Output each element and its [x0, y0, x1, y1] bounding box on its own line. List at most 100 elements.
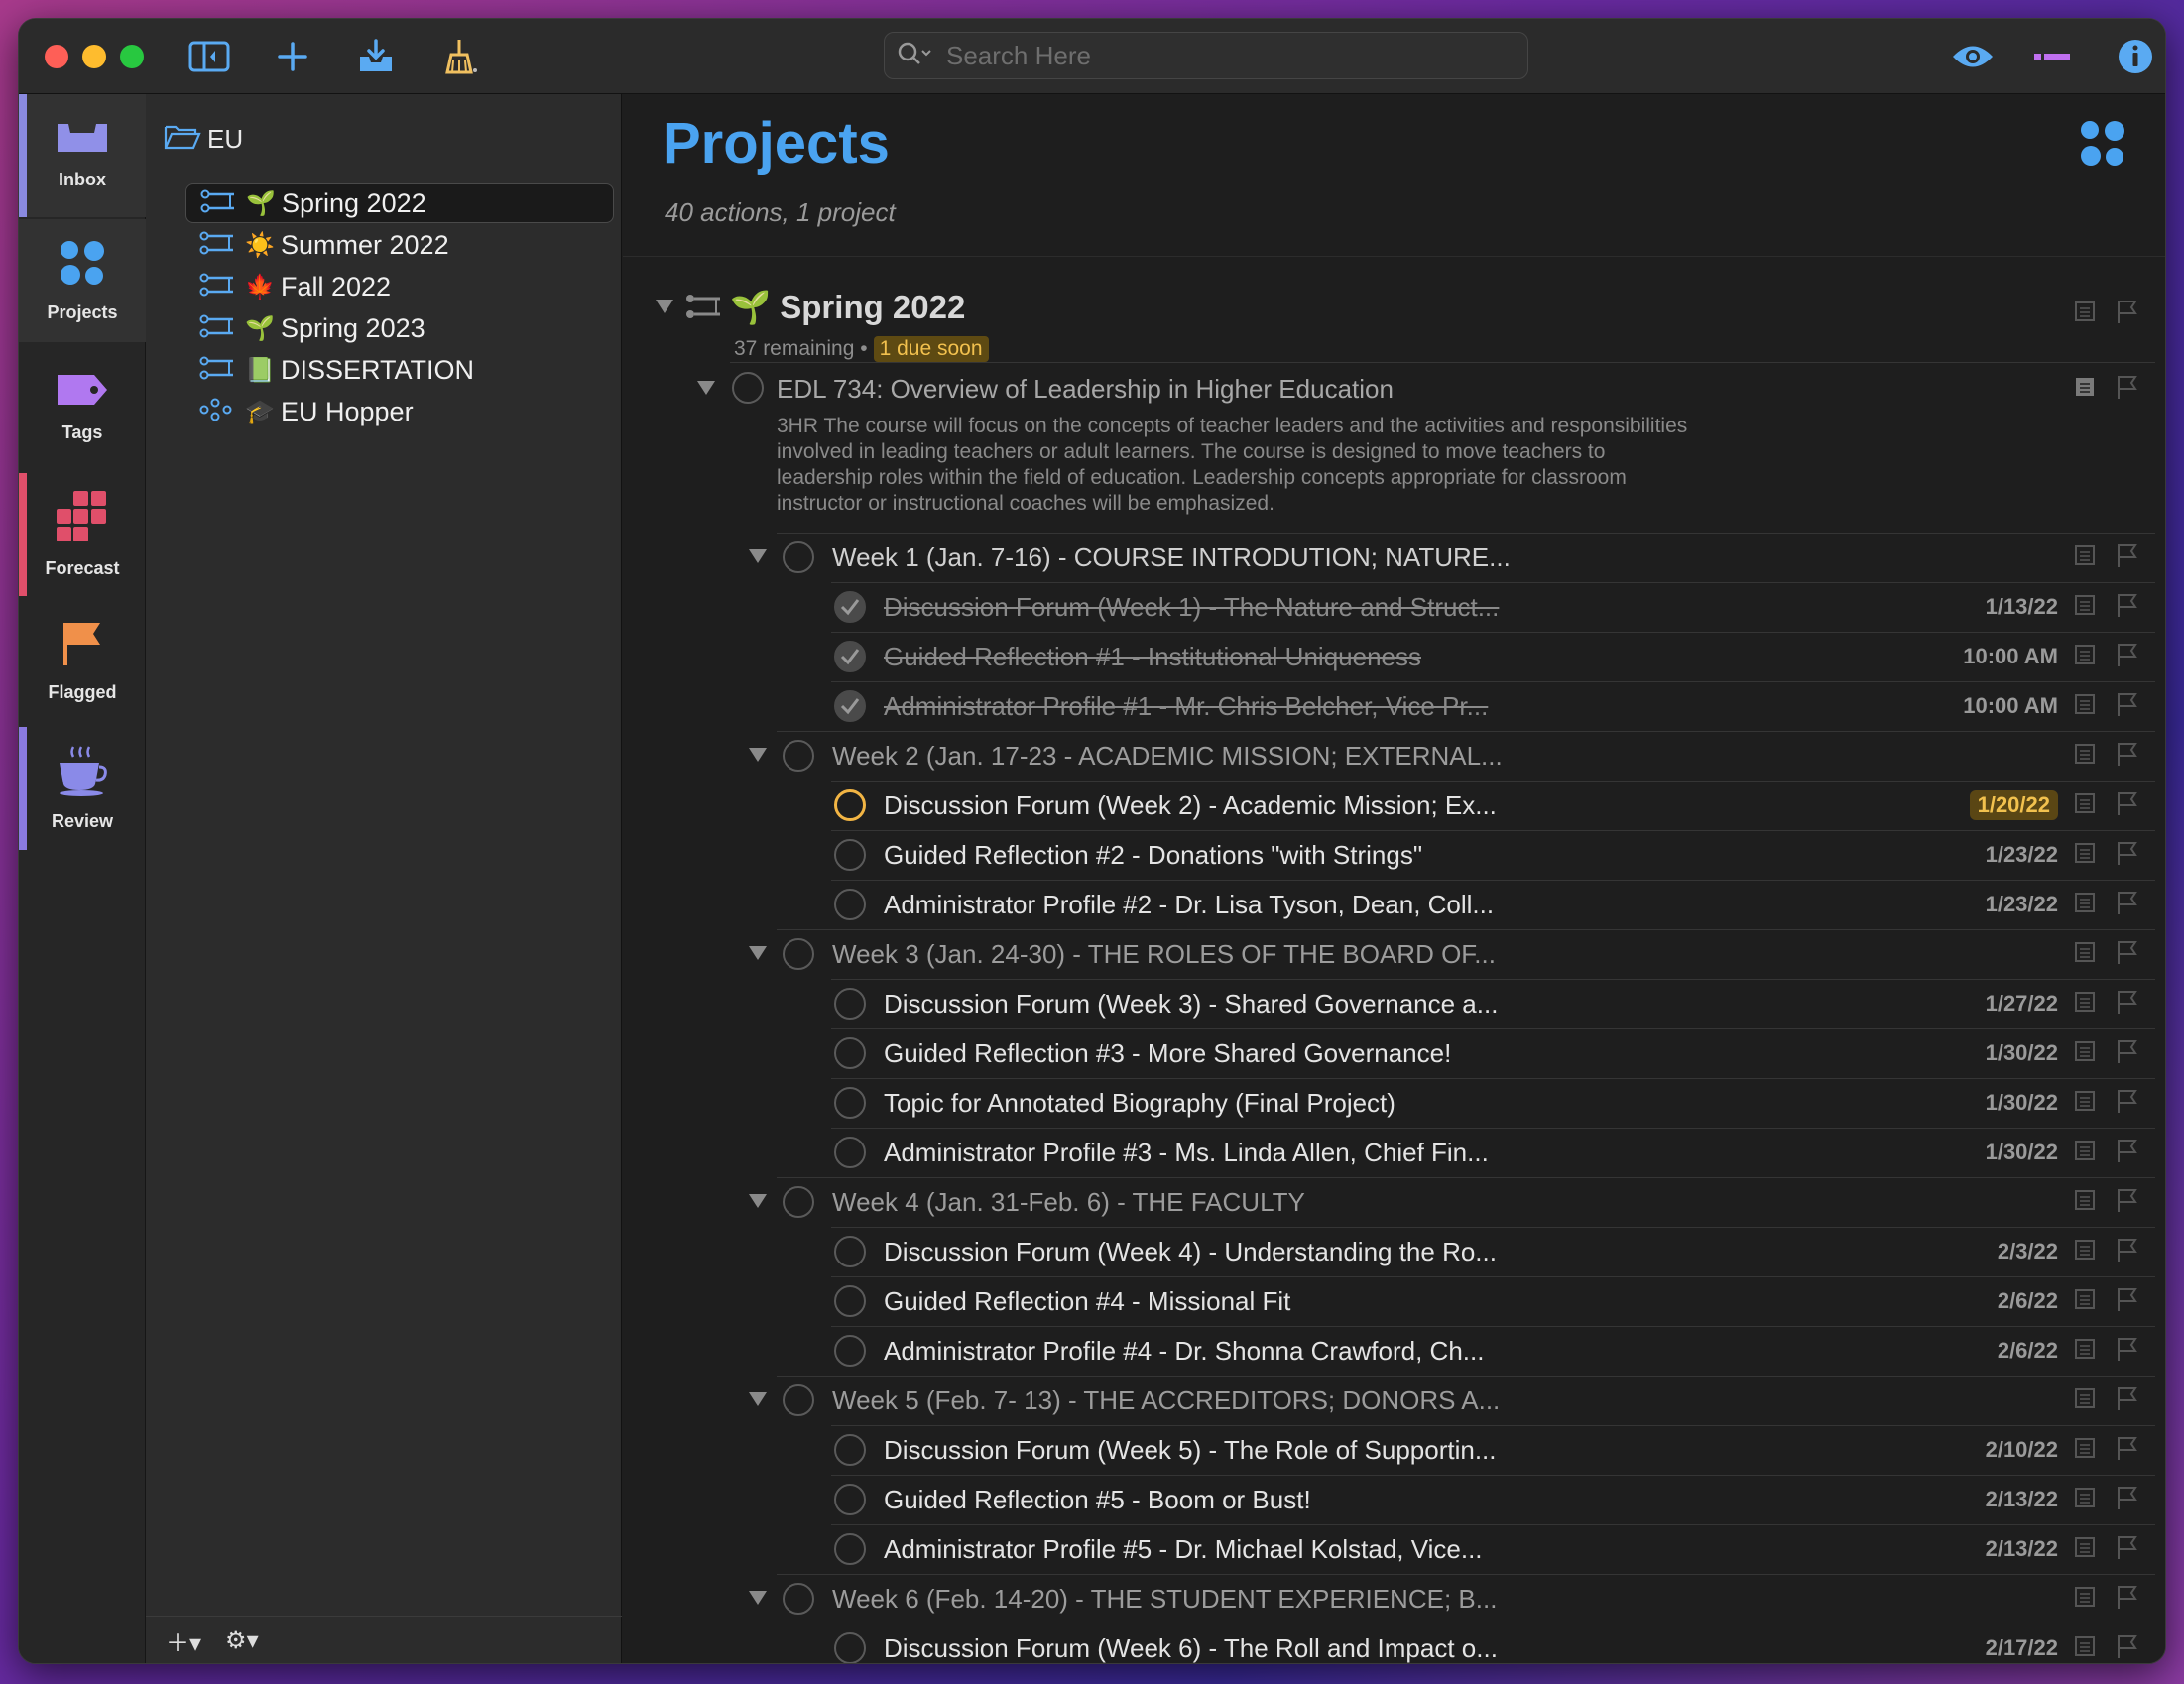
note-icon[interactable]: [2074, 991, 2096, 1018]
flag-icon[interactable]: [2116, 1286, 2137, 1317]
note-icon[interactable]: [2074, 1140, 2096, 1166]
disclosure-triangle-icon[interactable]: [655, 299, 674, 319]
disclosure-triangle-icon[interactable]: [748, 945, 768, 966]
flag-icon[interactable]: [2116, 1584, 2137, 1615]
action-group-row[interactable]: Week 2 (Jan. 17-23 - ACADEMIC MISSION; E…: [623, 731, 2165, 781]
action-row[interactable]: Administrator Profile #3 - Ms. Linda All…: [623, 1128, 2165, 1177]
note-icon[interactable]: [2074, 1239, 2096, 1265]
note-icon[interactable]: [2074, 1040, 2096, 1067]
flag-icon[interactable]: [2116, 1138, 2137, 1168]
due-date[interactable]: 2/10/22: [1986, 1437, 2058, 1463]
flag-icon[interactable]: [2116, 890, 2137, 920]
focus-icon[interactable]: [2028, 33, 2076, 80]
disclosure-triangle-icon[interactable]: [748, 747, 768, 768]
action-row[interactable]: Administrator Profile #4 - Dr. Shonna Cr…: [623, 1326, 2165, 1376]
nav-review[interactable]: Review: [19, 727, 146, 850]
status-circle[interactable]: [834, 1484, 866, 1515]
status-circle[interactable]: [783, 1583, 814, 1615]
sidebar-project-fall-2022[interactable]: 🍁 Fall 2022: [185, 267, 614, 306]
action-row[interactable]: Guided Reflection #1 - Institutional Uni…: [623, 632, 2165, 681]
due-date[interactable]: 2/6/22: [1998, 1338, 2058, 1364]
nav-flagged[interactable]: Flagged: [19, 600, 146, 723]
action-row[interactable]: Administrator Profile #1 - Mr. Chris Bel…: [623, 681, 2165, 731]
flag-icon[interactable]: [2116, 1485, 2137, 1515]
flag-icon[interactable]: [2116, 592, 2137, 623]
action-row[interactable]: Discussion Forum (Week 4) - Understandin…: [623, 1227, 2165, 1276]
note-icon[interactable]: [2074, 1487, 2096, 1513]
action-row[interactable]: Discussion Forum (Week 2) - Academic Mis…: [623, 781, 2165, 830]
action-row[interactable]: Discussion Forum (Week 5) - The Role of …: [623, 1425, 2165, 1475]
search-field[interactable]: [884, 32, 1528, 79]
note-icon[interactable]: [2074, 644, 2096, 670]
note-icon[interactable]: [2074, 842, 2096, 869]
note-icon[interactable]: [2074, 1536, 2096, 1563]
action-row[interactable]: Discussion Forum (Week 1) - The Nature a…: [623, 582, 2165, 632]
due-date[interactable]: 10:00 AM: [1963, 644, 2058, 669]
sidebar-project-eu-hopper[interactable]: 🎓 EU Hopper: [185, 392, 614, 431]
action-group-row[interactable]: Week 4 (Jan. 31-Feb. 6) - THE FACULTY: [623, 1177, 2165, 1227]
action-row[interactable]: Administrator Profile #5 - Dr. Michael K…: [623, 1524, 2165, 1574]
action-group-row[interactable]: Week 1 (Jan. 7-16) - COURSE INTRODUTION;…: [623, 533, 2165, 582]
sidebar-toggle-icon[interactable]: [185, 33, 233, 80]
flag-icon[interactable]: [2116, 1187, 2137, 1218]
status-circle[interactable]: [783, 938, 814, 970]
status-circle[interactable]: [834, 1434, 866, 1466]
nav-forecast[interactable]: Forecast: [19, 473, 146, 596]
add-menu-icon[interactable]: ＋▾: [166, 1624, 201, 1658]
completed-checkbox[interactable]: [834, 591, 866, 623]
flag-icon[interactable]: [2116, 741, 2137, 772]
flag-icon[interactable]: [2116, 1237, 2137, 1267]
due-date[interactable]: 2/13/22: [1986, 1536, 2058, 1562]
due-date-badge[interactable]: 1/20/22: [1969, 790, 2058, 820]
status-circle[interactable]: [783, 541, 814, 573]
status-circle[interactable]: [783, 1384, 814, 1416]
action-row[interactable]: Guided Reflection #5 - Boom or Bust! 2/13…: [623, 1475, 2165, 1524]
note-icon[interactable]: [2074, 1387, 2096, 1414]
completed-checkbox[interactable]: [834, 690, 866, 722]
action-row[interactable]: Guided Reflection #2 - Donations "with S…: [623, 830, 2165, 880]
disclosure-triangle-icon[interactable]: [748, 1590, 768, 1611]
nav-inbox[interactable]: Inbox: [19, 94, 146, 217]
nav-projects[interactable]: Projects: [19, 219, 146, 342]
note-icon[interactable]: [2074, 792, 2096, 819]
action-row[interactable]: Discussion Forum (Week 3) - Shared Gover…: [623, 979, 2165, 1028]
due-date[interactable]: 1/23/22: [1986, 892, 2058, 917]
due-date[interactable]: 1/30/22: [1986, 1140, 2058, 1165]
sidebar-project-summer-2022[interactable]: ☀️ Summer 2022: [185, 225, 614, 265]
due-date[interactable]: 1/30/22: [1986, 1040, 2058, 1066]
due-date[interactable]: 1/30/22: [1986, 1090, 2058, 1116]
flag-icon[interactable]: [2116, 790, 2137, 821]
due-date[interactable]: 1/27/22: [1986, 991, 2058, 1017]
note-icon[interactable]: [2074, 941, 2096, 968]
note-icon[interactable]: [2074, 1288, 2096, 1315]
action-row[interactable]: Guided Reflection #3 - More Shared Gover…: [623, 1028, 2165, 1078]
note-icon[interactable]: [2074, 1338, 2096, 1365]
due-date[interactable]: 2/3/22: [1998, 1239, 2058, 1264]
flag-icon[interactable]: [2116, 642, 2137, 672]
close-window-button[interactable]: [45, 45, 68, 68]
action-group-edl-734[interactable]: EDL 734: Overview of Leadership in Highe…: [623, 362, 2165, 515]
due-date[interactable]: 1/23/22: [1986, 842, 2058, 868]
due-date[interactable]: 10:00 AM: [1963, 693, 2058, 719]
status-circle[interactable]: [834, 1087, 866, 1119]
action-group-row[interactable]: Week 6 (Feb. 14-20) - THE STUDENT EXPERI…: [623, 1574, 2165, 1624]
folder-eu[interactable]: EU: [164, 124, 243, 155]
note-filled-icon[interactable]: [2074, 376, 2096, 403]
flag-icon[interactable]: [2116, 691, 2137, 722]
status-circle[interactable]: [834, 839, 866, 871]
sidebar-project-spring-2022[interactable]: 🌱 Spring 2022: [185, 183, 614, 223]
sidebar-project-spring-2023[interactable]: 🌱 Spring 2023: [185, 308, 614, 348]
completed-checkbox[interactable]: [834, 641, 866, 672]
status-circle[interactable]: [834, 1285, 866, 1317]
disclosure-triangle-icon[interactable]: [748, 1193, 768, 1214]
action-group-row[interactable]: Week 5 (Feb. 7- 13) - THE ACCREDITORS; D…: [623, 1376, 2165, 1425]
note-icon[interactable]: [2074, 1189, 2096, 1216]
flag-icon[interactable]: [2116, 542, 2137, 573]
sidebar-project-dissertation[interactable]: 📗 DISSERTATION: [185, 350, 614, 390]
flag-icon[interactable]: [2116, 299, 2137, 329]
note-icon[interactable]: [2074, 1437, 2096, 1464]
status-circle[interactable]: [834, 1533, 866, 1565]
note-icon[interactable]: [2074, 544, 2096, 571]
flag-icon[interactable]: [2116, 1385, 2137, 1416]
note-icon[interactable]: [2074, 1090, 2096, 1117]
